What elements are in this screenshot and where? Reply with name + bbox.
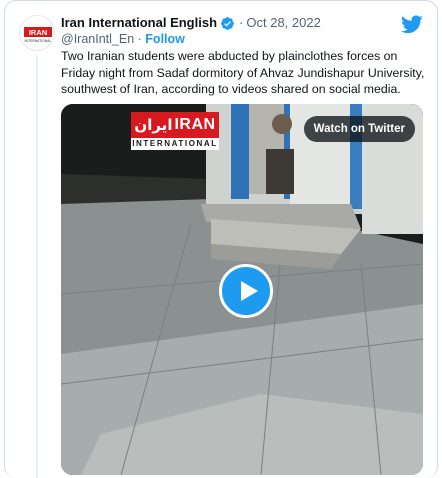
- follow-button[interactable]: Follow: [145, 32, 185, 46]
- avatar-logo-text: IRAN: [29, 28, 47, 37]
- logo-subtitle: INTERNATIONAL: [131, 138, 219, 150]
- handle-row: @IranIntl_En · Follow: [61, 32, 185, 47]
- author-handle[interactable]: @IranIntl_En: [61, 32, 134, 46]
- video-player[interactable]: ایران IRAN INTERNATIONAL Watch on Twitte…: [61, 104, 423, 475]
- watch-on-twitter-button[interactable]: Watch on Twitter: [303, 116, 415, 142]
- author-display-name[interactable]: Iran International English: [61, 15, 217, 31]
- logo-english-text: IRAN: [174, 116, 216, 133]
- play-button[interactable]: [219, 264, 273, 318]
- iran-international-avatar-logo: IRAN INTERNATIONAL: [24, 27, 52, 43]
- tweet-date[interactable]: Oct 28, 2022: [246, 15, 320, 31]
- thread-line: [36, 55, 38, 478]
- logo-top-band: ایران IRAN: [131, 112, 219, 138]
- handle-separator: ·: [137, 32, 142, 46]
- author-avatar[interactable]: IRAN INTERNATIONAL: [19, 15, 55, 51]
- author-row: Iran International English · Oct 28, 202…: [61, 15, 321, 31]
- tweet-card: IRAN INTERNATIONAL Iran International En…: [4, 0, 438, 478]
- verified-badge-icon: [220, 16, 235, 31]
- play-icon: [241, 281, 258, 301]
- separator-dot: ·: [239, 15, 244, 30]
- twitter-bird-icon[interactable]: [401, 13, 423, 35]
- avatar-logo-subtext: INTERNATIONAL: [25, 39, 52, 43]
- tweet-text: Two Iranian students were abducted by pl…: [61, 49, 425, 96]
- iran-international-logo: ایران IRAN INTERNATIONAL: [131, 112, 219, 150]
- logo-persian-text: ایران: [134, 116, 173, 134]
